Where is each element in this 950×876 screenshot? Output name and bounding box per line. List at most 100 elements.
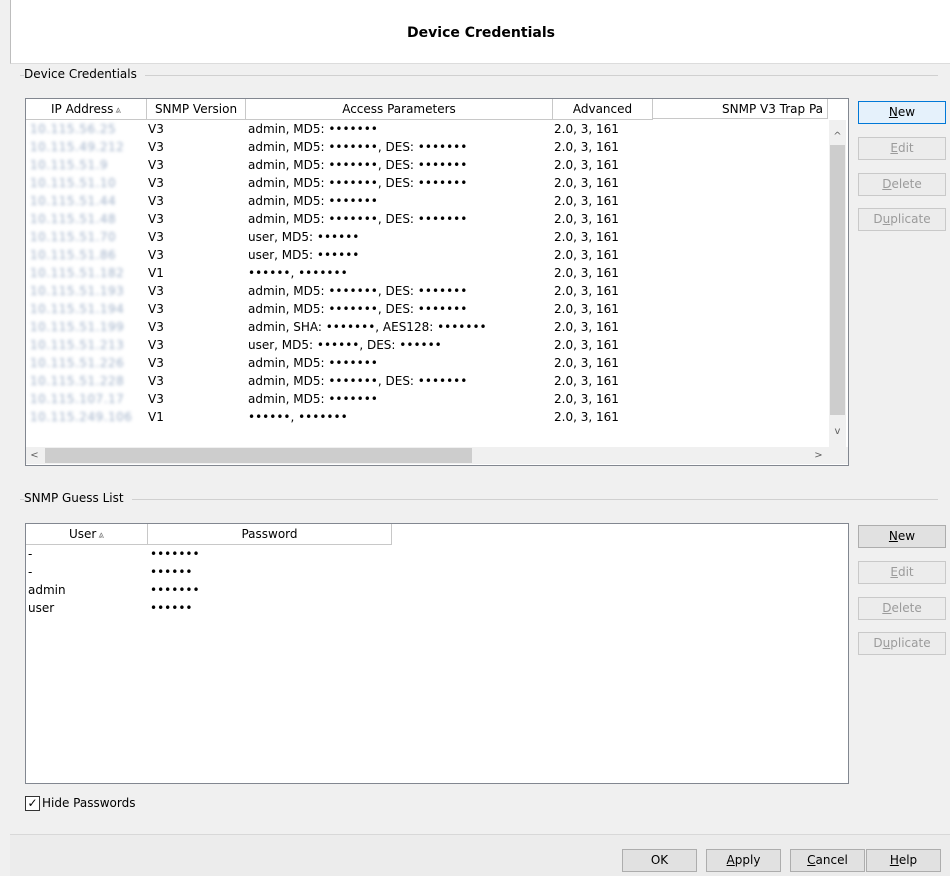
table-row[interactable]: 10.115.51.182 V1 ••••••, ••••••• 2.0, 3, 16… bbox=[26, 264, 828, 282]
column-header-password[interactable]: Password bbox=[148, 524, 392, 545]
advanced-cell: 2.0, 3, 161 bbox=[554, 284, 619, 298]
device-credentials-group-label: Device Credentials bbox=[24, 67, 145, 81]
column-header-advanced[interactable]: Advanced bbox=[553, 99, 653, 120]
column-header-user[interactable]: User ⩓ bbox=[26, 524, 148, 545]
access-parameters-cell: admin, MD5: •••••••, DES: ••••••• bbox=[248, 302, 468, 316]
advanced-cell: 2.0, 3, 161 bbox=[554, 212, 619, 226]
table-row[interactable]: 10.115.51.193 V3 admin, MD5: •••••••, DES:… bbox=[26, 282, 828, 300]
dialog-header: Device Credentials bbox=[10, 0, 950, 64]
user-cell: - bbox=[28, 565, 33, 579]
advanced-cell: 2.0, 3, 161 bbox=[554, 194, 619, 208]
password-cell: ••••••• bbox=[150, 583, 200, 597]
device-duplicate-button[interactable]: Duplicate bbox=[858, 208, 946, 231]
ip-address-cell: 10.115.51.193 bbox=[30, 284, 125, 298]
table-header: User ⩓ Password bbox=[26, 524, 392, 545]
table-row[interactable]: 10.115.51.44 V3 admin, MD5: ••••••• 2.0, 3,… bbox=[26, 192, 828, 210]
column-header-snmp-v3-trap[interactable]: SNMP V3 Trap Pa bbox=[653, 99, 828, 119]
scroll-thumb[interactable] bbox=[45, 448, 472, 463]
access-parameters-cell: admin, MD5: ••••••• bbox=[248, 122, 378, 136]
advanced-cell: 2.0, 3, 161 bbox=[554, 248, 619, 262]
sort-ascending-icon: ⩓ bbox=[98, 530, 104, 541]
snmp-version-cell: V3 bbox=[148, 212, 164, 226]
ip-address-cell: 10.115.249.106 bbox=[30, 410, 133, 424]
access-parameters-cell: admin, MD5: •••••••, DES: ••••••• bbox=[248, 284, 468, 298]
dialog-title: Device Credentials bbox=[407, 25, 555, 41]
table-row[interactable]: 10.115.51.86 V3 user, MD5: •••••• 2.0, 3, 1… bbox=[26, 246, 828, 264]
table-row[interactable]: user •••••• bbox=[26, 599, 846, 617]
column-header-access-parameters[interactable]: Access Parameters bbox=[246, 99, 553, 120]
ip-address-cell: 10.115.51.9 bbox=[30, 158, 109, 172]
table-row[interactable]: - •••••• bbox=[26, 563, 846, 581]
snmp-version-cell: V3 bbox=[148, 122, 164, 136]
table-row[interactable]: 10.115.51.9 V3 admin, MD5: •••••••, DES: •… bbox=[26, 156, 828, 174]
table-row[interactable]: 10.115.51.228 V3 admin, MD5: •••••••, DES:… bbox=[26, 372, 828, 390]
scroll-right-icon[interactable]: > bbox=[810, 447, 827, 464]
access-parameters-cell: user, MD5: ••••••, DES: •••••• bbox=[248, 338, 442, 352]
advanced-cell: 2.0, 3, 161 bbox=[554, 338, 619, 352]
ip-address-cell: 10.115.51.226 bbox=[30, 356, 125, 370]
advanced-cell: 2.0, 3, 161 bbox=[554, 140, 619, 154]
device-delete-button[interactable]: Delete bbox=[858, 173, 946, 196]
snmp-version-cell: V3 bbox=[148, 176, 164, 190]
access-parameters-cell: user, MD5: •••••• bbox=[248, 230, 360, 244]
column-header-snmp-version[interactable]: SNMP Version bbox=[147, 99, 246, 120]
guess-delete-button[interactable]: Delete bbox=[858, 597, 946, 620]
snmp-version-cell: V3 bbox=[148, 158, 164, 172]
ok-button[interactable]: OK bbox=[622, 849, 697, 872]
table-row[interactable]: 10.115.249.106 V1 ••••••, ••••••• 2.0, 3, 1… bbox=[26, 408, 828, 426]
column-header-ip-address[interactable]: IP Address ⩓ bbox=[26, 99, 147, 120]
snmp-guess-list-table[interactable]: User ⩓ Password - ••••••• - •••••• admin •••••… bbox=[25, 523, 849, 784]
device-edit-button[interactable]: Edit bbox=[858, 137, 946, 160]
table-row[interactable]: 10.115.107.17 V3 admin, MD5: ••••••• 2.0, 3… bbox=[26, 390, 828, 408]
cancel-button[interactable]: Cancel bbox=[790, 849, 865, 872]
table-row[interactable]: 10.115.51.48 V3 admin, MD5: •••••••, DES: … bbox=[26, 210, 828, 228]
horizontal-scrollbar[interactable]: < > bbox=[26, 447, 848, 464]
advanced-cell: 2.0, 3, 161 bbox=[554, 410, 619, 424]
guess-edit-button[interactable]: Edit bbox=[858, 561, 946, 584]
ip-address-cell: 10.115.51.194 bbox=[30, 302, 125, 316]
ip-address-cell: 10.115.51.228 bbox=[30, 374, 125, 388]
guess-duplicate-button[interactable]: Duplicate bbox=[858, 632, 946, 655]
apply-button[interactable]: Apply bbox=[706, 849, 781, 872]
hide-passwords-checkbox[interactable]: ✓ bbox=[25, 796, 40, 811]
access-parameters-cell: ••••••, ••••••• bbox=[248, 410, 348, 424]
ip-address-cell: 10.115.51.48 bbox=[30, 212, 117, 226]
access-parameters-cell: admin, MD5: •••••••, DES: ••••••• bbox=[248, 140, 468, 154]
group-divider bbox=[20, 499, 938, 500]
user-cell: - bbox=[28, 547, 33, 561]
snmp-version-cell: V3 bbox=[148, 374, 164, 388]
help-button[interactable]: Help bbox=[866, 849, 941, 872]
table-row[interactable]: - ••••••• bbox=[26, 545, 846, 563]
access-parameters-cell: user, MD5: •••••• bbox=[248, 248, 360, 262]
scroll-left-icon[interactable]: < bbox=[26, 447, 43, 464]
ip-address-cell: 10.115.51.10 bbox=[30, 176, 117, 190]
table-row[interactable]: 10.115.51.70 V3 user, MD5: •••••• 2.0, 3, 1… bbox=[26, 228, 828, 246]
access-parameters-cell: admin, MD5: •••••••, DES: ••••••• bbox=[248, 212, 468, 226]
guess-new-button[interactable]: New bbox=[858, 525, 946, 548]
table-row[interactable]: 10.115.51.226 V3 admin, MD5: ••••••• 2.0, 3… bbox=[26, 354, 828, 372]
scroll-down-icon[interactable]: v bbox=[829, 423, 846, 440]
advanced-cell: 2.0, 3, 161 bbox=[554, 176, 619, 190]
column-header-label: User bbox=[69, 527, 97, 541]
table-row[interactable]: 10.115.51.194 V3 admin, MD5: •••••••, DES:… bbox=[26, 300, 828, 318]
table-row[interactable]: 10.115.51.10 V3 admin, MD5: •••••••, DES: … bbox=[26, 174, 828, 192]
ip-address-cell: 10.115.51.70 bbox=[30, 230, 117, 244]
table-row[interactable]: 10.115.51.199 V3 admin, SHA: •••••••, AES1… bbox=[26, 318, 828, 336]
snmp-version-cell: V3 bbox=[148, 356, 164, 370]
device-credentials-table[interactable]: IP Address ⩓ SNMP Version Access Paramete… bbox=[25, 98, 849, 466]
device-new-button[interactable]: New bbox=[858, 101, 946, 124]
snmp-version-cell: V3 bbox=[148, 248, 164, 262]
advanced-cell: 2.0, 3, 161 bbox=[554, 356, 619, 370]
table-row[interactable]: admin ••••••• bbox=[26, 581, 846, 599]
vertical-scrollbar[interactable]: ^ v bbox=[829, 120, 846, 447]
access-parameters-cell: admin, MD5: •••••••, DES: ••••••• bbox=[248, 374, 468, 388]
table-row[interactable]: 10.115.51.213 V3 user, MD5: ••••••, DES: •… bbox=[26, 336, 828, 354]
hide-passwords-label: Hide Passwords bbox=[42, 796, 136, 810]
table-row[interactable]: 10.115.56.25 V3 admin, MD5: ••••••• 2.0, 3,… bbox=[26, 120, 828, 138]
password-cell: •••••• bbox=[150, 565, 193, 579]
scroll-up-icon[interactable]: ^ bbox=[829, 128, 846, 145]
access-parameters-cell: admin, MD5: ••••••• bbox=[248, 356, 378, 370]
scroll-thumb[interactable] bbox=[830, 145, 845, 415]
advanced-cell: 2.0, 3, 161 bbox=[554, 158, 619, 172]
table-row[interactable]: 10.115.49.212 V3 admin, MD5: •••••••, DES:… bbox=[26, 138, 828, 156]
